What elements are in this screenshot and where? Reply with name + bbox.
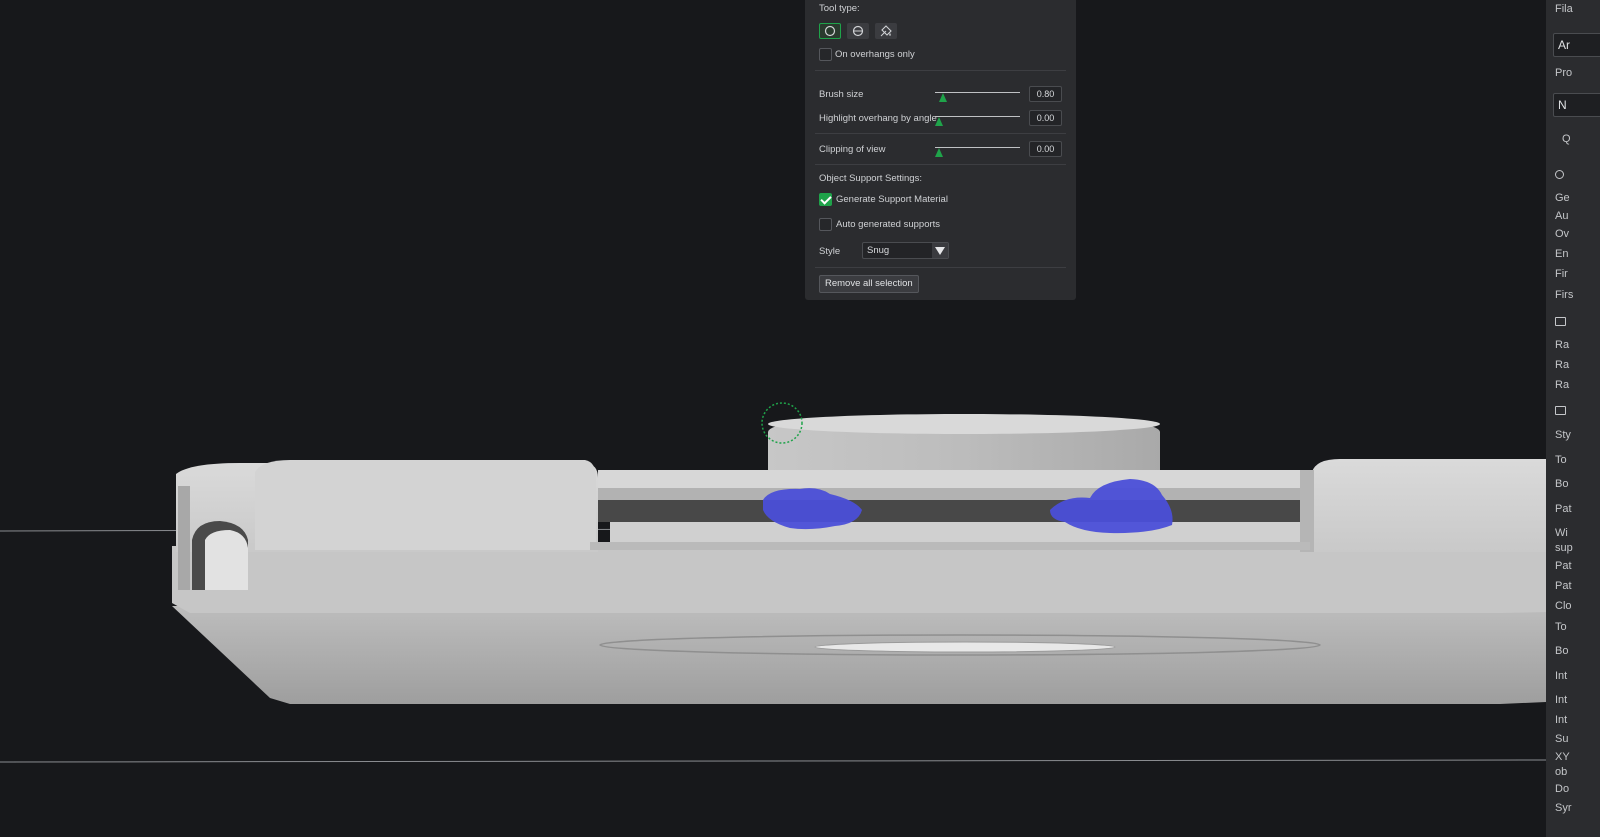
setting-label: Ov (1555, 228, 1570, 240)
auto-generated-supports-label: Auto generated supports (836, 219, 941, 230)
on-overhangs-only-label: On overhangs only (835, 49, 915, 60)
setting-label: Do (1555, 783, 1570, 795)
model-channel-floor (610, 522, 1300, 542)
highlight-overhang-label: Highlight overhang by angle (819, 113, 937, 124)
setting-label: Fir (1555, 268, 1568, 280)
setting-label: XY (1555, 751, 1570, 763)
process-select[interactable]: N (1553, 93, 1600, 117)
setting-label: sup (1555, 542, 1573, 554)
right-sidebar: Fila Ar Pro N Q Ge Au Ov En Fir Firs Ra … (1546, 0, 1600, 837)
model-plate-front (172, 546, 1546, 613)
bed-grid-line (0, 759, 1546, 763)
divider (815, 267, 1066, 268)
brush-size-input[interactable]: 0.80 (1029, 86, 1062, 102)
model-channel-top (598, 470, 1300, 488)
clipping-of-view-slider[interactable] (935, 147, 1020, 148)
setting-label: Wi (1555, 527, 1568, 539)
auto-generated-supports-checkbox[interactable] (819, 218, 832, 231)
brush-size-slider-thumb[interactable] (939, 93, 947, 102)
circle-icon (824, 25, 836, 37)
setting-label: ob (1555, 766, 1568, 778)
divider (815, 164, 1066, 165)
generate-support-material-checkbox[interactable] (819, 193, 832, 206)
setting-label: En (1555, 248, 1569, 260)
raft-icon (1555, 317, 1566, 326)
object-support-settings-label: Object Support Settings: (819, 173, 922, 184)
tool-type-label: Tool type: (819, 3, 860, 14)
setting-label: Pat (1555, 560, 1572, 572)
setting-label: To (1555, 621, 1567, 633)
filament-header: Fila (1555, 3, 1573, 15)
setting-label: Firs (1555, 289, 1574, 301)
setting-label: Ra (1555, 339, 1570, 351)
setting-label: Int (1555, 670, 1568, 682)
brush-size-label: Brush size (819, 89, 864, 100)
on-overhangs-only-checkbox[interactable] (819, 48, 832, 61)
divider (815, 133, 1066, 134)
fill-bucket-icon (880, 25, 892, 37)
clipping-of-view-input[interactable]: 0.00 (1029, 141, 1062, 157)
support-painting-panel: Tool type: On overhangs only Brush size … (805, 0, 1076, 300)
sphere-tool-button[interactable] (847, 23, 869, 39)
setting-label: Pat (1555, 503, 1572, 515)
sphere-icon (852, 25, 864, 37)
circle-tool-button[interactable] (819, 23, 841, 39)
setting-label: To (1555, 454, 1567, 466)
setting-label: Ra (1555, 359, 1570, 371)
setting-label: Au (1555, 210, 1569, 222)
process-header: Pro (1555, 67, 1573, 79)
divider (815, 70, 1066, 71)
filament-icon (1555, 406, 1566, 415)
fill-tool-button[interactable] (875, 23, 897, 39)
filament-select[interactable]: Ar (1553, 33, 1600, 57)
style-select-value: Snug (867, 245, 890, 256)
setting-label: Pat (1555, 580, 1572, 592)
setting-label: Ge (1555, 192, 1570, 204)
style-label: Style (819, 246, 841, 257)
setting-label: Ra (1555, 379, 1570, 391)
model-channel-shadow (598, 500, 1300, 522)
highlight-overhang-slider-thumb[interactable] (935, 117, 943, 126)
model-base-hole (814, 641, 1116, 653)
setting-label: Su (1555, 733, 1569, 745)
setting-label: Int (1555, 714, 1568, 726)
highlight-overhang-slider[interactable] (935, 116, 1020, 117)
setting-label: Sty (1555, 429, 1571, 441)
clipping-of-view-slider-thumb[interactable] (935, 148, 943, 157)
support-icon (1555, 170, 1564, 179)
chevron-down-icon[interactable] (932, 243, 948, 258)
setting-label: Clo (1555, 600, 1572, 612)
setting-label: Bo (1555, 478, 1569, 490)
highlight-overhang-input[interactable]: 0.00 (1029, 110, 1062, 126)
clipping-of-view-label: Clipping of view (819, 144, 886, 155)
3d-viewport[interactable] (0, 0, 1546, 837)
generate-support-material-label: Generate Support Material (836, 194, 948, 205)
setting-label: Bo (1555, 645, 1569, 657)
model-scene[interactable] (0, 0, 1546, 837)
model-right-block (1312, 459, 1546, 552)
brush-size-slider[interactable] (935, 92, 1020, 93)
setting-label: Int (1555, 694, 1568, 706)
search-icon[interactable]: Q (1562, 133, 1571, 145)
remove-all-selection-button[interactable]: Remove all selection (819, 275, 919, 293)
style-select[interactable]: Snug (862, 242, 949, 259)
setting-label: Syr (1555, 802, 1572, 814)
